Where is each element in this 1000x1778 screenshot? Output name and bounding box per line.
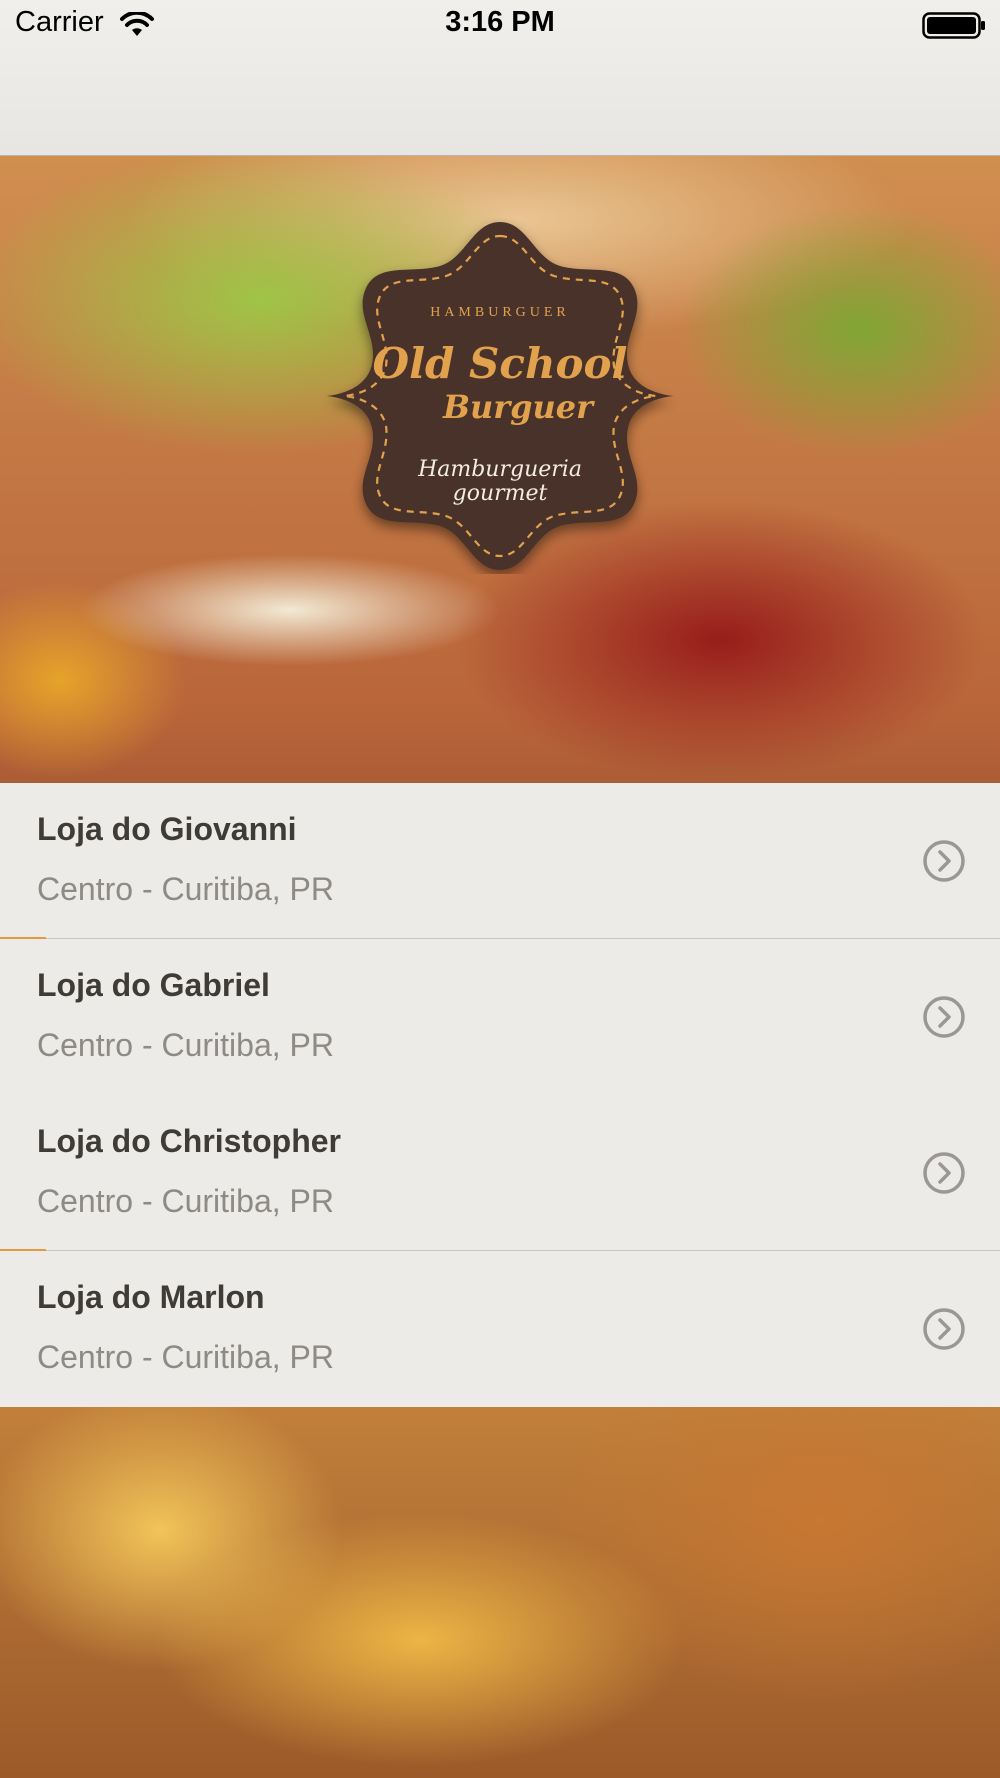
store-row-marlon[interactable]: Loja do Marlon Centro - Curitiba, PR bbox=[0, 1251, 1000, 1407]
chevron-right-circle-icon[interactable] bbox=[922, 1307, 966, 1351]
store-location: Centro - Curitiba, PR bbox=[37, 1339, 334, 1375]
logo-tagline-line2: gourmet bbox=[453, 481, 548, 506]
battery-icon bbox=[922, 12, 985, 39]
store-name: Loja do Gabriel bbox=[37, 967, 270, 1003]
logo-title-line2: Burguer bbox=[442, 388, 595, 426]
store-location: Centro - Curitiba, PR bbox=[37, 871, 334, 907]
store-row-giovanni[interactable]: Loja do Giovanni Centro - Curitiba, PR bbox=[0, 783, 1000, 939]
store-location: Centro - Curitiba, PR bbox=[37, 1027, 334, 1063]
store-location: Centro - Curitiba, PR bbox=[37, 1183, 334, 1219]
store-name: Loja do Christopher bbox=[37, 1123, 341, 1159]
logo-tagline-line1: Hamburgueria bbox=[417, 457, 582, 482]
store-name: Loja do Giovanni bbox=[37, 811, 297, 847]
navigation-bar: Carrier 3:16 PM bbox=[0, 0, 1000, 156]
logo-title-line1: Old School bbox=[373, 339, 628, 388]
store-name: Loja do Marlon bbox=[37, 1279, 265, 1315]
brand-logo: HAMBURGUER Old School Burguer Hamburguer… bbox=[326, 222, 674, 570]
chevron-right-circle-icon[interactable] bbox=[922, 1151, 966, 1195]
chevron-right-circle-icon[interactable] bbox=[922, 839, 966, 883]
logo-top-text: HAMBURGUER bbox=[430, 305, 570, 320]
store-list: Loja do Giovanni Centro - Curitiba, PR L… bbox=[0, 783, 1000, 1407]
status-time: 3:16 PM bbox=[445, 6, 555, 38]
chevron-right-circle-icon[interactable] bbox=[922, 995, 966, 1039]
store-row-christopher[interactable]: Loja do Christopher Centro - Curitiba, P… bbox=[0, 1095, 1000, 1251]
store-row-gabriel[interactable]: Loja do Gabriel Centro - Curitiba, PR bbox=[0, 939, 1000, 1095]
